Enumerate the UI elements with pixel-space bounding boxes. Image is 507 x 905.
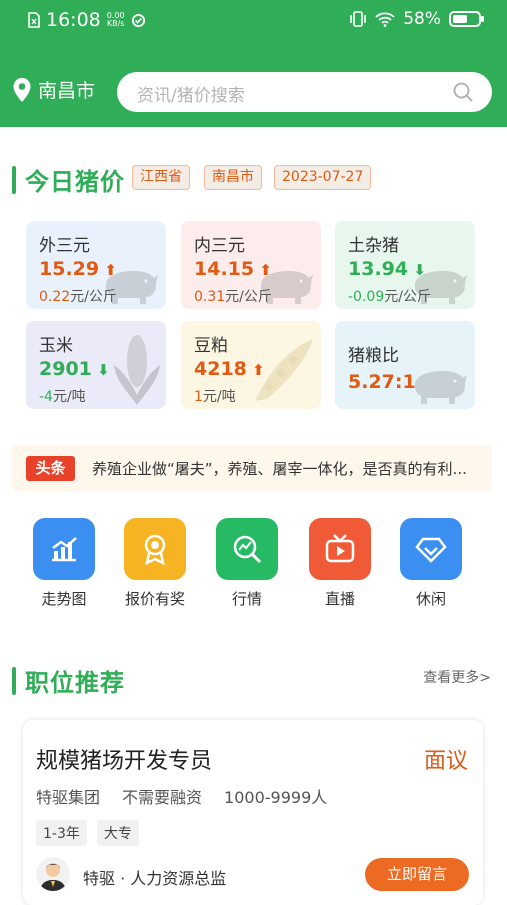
section-bar bbox=[12, 666, 16, 695]
price-card[interactable]: 猪粮比 5.27:1 bbox=[335, 321, 475, 409]
card-name: 内三元 bbox=[194, 236, 245, 256]
trend-arrow-icon: ⬆ bbox=[99, 261, 117, 279]
vibrate-icon bbox=[350, 11, 367, 27]
price-card[interactable]: 玉米 2901 ⬇ -4元/吨 bbox=[26, 321, 166, 409]
card-value: 14.15 ⬆ bbox=[194, 258, 272, 280]
sync-check-icon bbox=[131, 13, 145, 27]
job-salary: 面议 bbox=[423, 749, 468, 774]
card-change: 0.22元/公斤 bbox=[39, 289, 117, 305]
headline-badge: 头条 bbox=[26, 456, 75, 481]
menu-item[interactable]: 走势图 bbox=[19, 518, 109, 609]
jobs-header: 职位推荐 bbox=[12, 663, 125, 698]
award-medal-icon bbox=[124, 518, 186, 580]
city-tag[interactable]: 南昌市 bbox=[204, 165, 262, 190]
company-name: 特驱集团 bbox=[36, 788, 101, 807]
trend-chart-icon bbox=[33, 518, 95, 580]
recruiter-name: 特驱 · 人力资源总监 bbox=[83, 869, 227, 888]
section-bar bbox=[12, 165, 16, 194]
financing-stage: 不需要融资 bbox=[122, 788, 203, 807]
job-tags: 1-3年 大专 bbox=[36, 820, 139, 846]
experience-tag: 1-3年 bbox=[36, 820, 87, 846]
job-title: 规模猪场开发专员 bbox=[36, 749, 213, 774]
menu-label: 报价有奖 bbox=[124, 590, 185, 608]
card-change: 1元/吨 bbox=[194, 389, 236, 405]
card-name: 玉米 bbox=[39, 336, 73, 356]
card-change: 0.31元/公斤 bbox=[194, 289, 272, 305]
leave-message-button[interactable]: 立即留言 bbox=[365, 858, 469, 891]
battery-icon bbox=[449, 11, 484, 27]
status-time: 16:08 bbox=[46, 9, 101, 31]
app-header: 16:08 0.00 KB/s 58% 南昌市 资讯/猪价搜索 bbox=[0, 0, 507, 127]
battery-level bbox=[453, 15, 467, 23]
market-search-icon bbox=[216, 518, 278, 580]
education-tag: 大专 bbox=[96, 820, 139, 846]
today-price-header: 今日猪价 bbox=[12, 162, 125, 197]
card-value: 2901 ⬇ bbox=[39, 358, 110, 380]
trend-arrow-icon: ⬆ bbox=[246, 361, 265, 379]
search-input[interactable]: 资讯/猪价搜索 bbox=[117, 72, 492, 112]
company-size: 1000-9999人 bbox=[224, 788, 328, 807]
card-value: 15.29 ⬆ bbox=[39, 258, 117, 280]
city-name: 南昌市 bbox=[38, 80, 96, 102]
card-name: 外三元 bbox=[39, 236, 90, 256]
card-change: -0.09元/公斤 bbox=[348, 289, 431, 305]
card-name: 土杂猪 bbox=[348, 236, 399, 256]
price-card[interactable]: 外三元 15.29 ⬆ 0.22元/公斤 bbox=[26, 221, 166, 309]
trend-arrow-icon: ⬆ bbox=[254, 261, 272, 279]
corn-icon bbox=[114, 335, 160, 405]
battery-percent: 58% bbox=[403, 9, 441, 29]
diamond-icon bbox=[400, 518, 462, 580]
location-pin-icon bbox=[13, 77, 31, 102]
job-card[interactable]: 规模猪场开发专员 面议 特驱集团 不需要融资 1000-9999人 1-3年 大… bbox=[23, 720, 483, 905]
sim-card-icon bbox=[28, 12, 40, 28]
trend-arrow-icon: ⬇ bbox=[91, 361, 110, 379]
card-name: 豆粕 bbox=[194, 336, 228, 356]
card-change: -4元/吨 bbox=[39, 389, 86, 405]
location-selector[interactable]: 南昌市 bbox=[12, 76, 95, 103]
status-bar: 16:08 0.00 KB/s 58% bbox=[0, 0, 507, 42]
search-icon[interactable] bbox=[452, 81, 474, 103]
trend-arrow-icon: ⬇ bbox=[408, 261, 426, 279]
price-card[interactable]: 豆粕 4218 ⬆ 1元/吨 bbox=[181, 321, 321, 409]
section-title: 今日猪价 bbox=[25, 168, 125, 196]
card-value: 13.94 ⬇ bbox=[348, 258, 426, 280]
menu-label: 走势图 bbox=[41, 590, 87, 608]
menu-item[interactable]: 直播 bbox=[295, 518, 385, 609]
network-speed: 0.00 KB/s bbox=[106, 11, 125, 28]
card-value: 5.27:1 bbox=[348, 371, 416, 393]
menu-item[interactable]: 报价有奖 bbox=[110, 518, 200, 609]
card-name: 猪粮比 bbox=[348, 346, 399, 366]
headline-text: 养殖企业做“屠夫”，养殖、屠宰一体化，是否真的有利... bbox=[92, 460, 467, 478]
menu-label: 直播 bbox=[324, 590, 355, 608]
menu-label: 休闲 bbox=[415, 590, 446, 608]
search-placeholder: 资讯/猪价搜索 bbox=[137, 86, 245, 106]
section-title: 职位推荐 bbox=[25, 669, 125, 697]
job-meta: 特驱集团 不需要融资 1000-9999人 bbox=[36, 784, 327, 808]
price-card[interactable]: 内三元 14.15 ⬆ 0.31元/公斤 bbox=[181, 221, 321, 309]
menu-item[interactable]: 行情 bbox=[202, 518, 292, 609]
avatar bbox=[36, 857, 70, 891]
live-tv-icon bbox=[309, 518, 371, 580]
wifi-icon bbox=[375, 12, 395, 27]
price-card[interactable]: 土杂猪 13.94 ⬇ -0.09元/公斤 bbox=[335, 221, 475, 309]
menu-label: 行情 bbox=[231, 590, 262, 608]
date-tag[interactable]: 2023-07-27 bbox=[274, 165, 372, 190]
card-value: 4218 ⬆ bbox=[194, 358, 265, 380]
province-tag[interactable]: 江西省 bbox=[132, 165, 190, 190]
see-more-link[interactable]: 查看更多> bbox=[423, 667, 491, 687]
menu-item[interactable]: 休闲 bbox=[386, 518, 476, 609]
pig-icon bbox=[415, 371, 467, 404]
headline-news[interactable]: 头条 养殖企业做“屠夫”，养殖、屠宰一体化，是否真的有利... bbox=[12, 445, 492, 491]
